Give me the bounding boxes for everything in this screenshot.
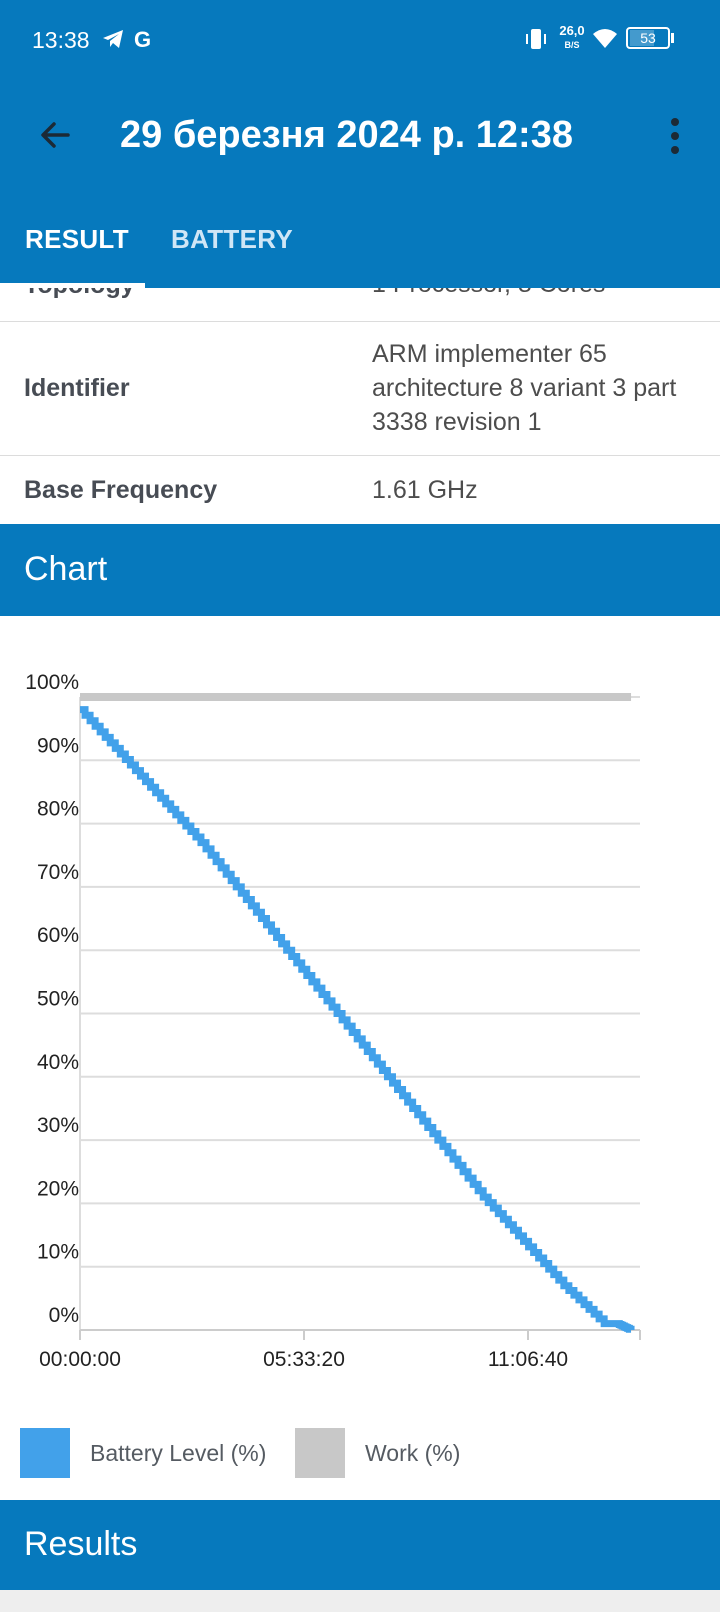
spec-row-base-frequency: Base Frequency 1.61 GHz (0, 456, 720, 523)
y-tick-label: 30% (37, 1114, 79, 1137)
legend-swatch-battery (20, 1428, 70, 1478)
battery-tip (671, 33, 674, 43)
y-tick-label: 50% (37, 988, 79, 1011)
legend-swatch-work (295, 1428, 345, 1478)
page-title: 29 березня 2024 р. 12:38 (120, 114, 573, 156)
back-button[interactable] (36, 115, 76, 155)
google-icon: G (134, 27, 152, 52)
y-tick-label: 40% (37, 1051, 79, 1074)
legend-label-work: Work (%) (365, 1440, 461, 1466)
legend-label-battery: Battery Level (%) (90, 1440, 267, 1466)
more-options-button[interactable] (660, 116, 690, 156)
arrow-back-icon (41, 122, 70, 148)
battery-icon: 53 (626, 27, 670, 49)
vibrate-icon (524, 27, 548, 56)
section-header-results: Results (0, 1500, 720, 1590)
spec-label: Identifier (24, 374, 130, 402)
tab-result[interactable]: RESULT (25, 224, 129, 255)
net-speed-value: 26,0 (559, 23, 585, 38)
series-line-battery-level (80, 706, 635, 1333)
spec-row-identifier: Identifier ARM implementer 65 architectu… (0, 322, 720, 456)
spec-row-topology: Topology 1 Processor, 8 Cores (0, 288, 720, 322)
x-tick-label: 11:06:40 (488, 1348, 568, 1371)
wifi-icon (592, 27, 618, 54)
x-tick-label: 05:33:20 (263, 1348, 345, 1371)
net-speed-unit: B/S (564, 40, 580, 50)
section-title: Results (24, 1525, 138, 1563)
battery-chart: 0% 10% 20% 30% 40% 50% 60% 70% 80% 90% 100% 00:00:0… (25, 671, 641, 1371)
battery-percent: 53 (640, 30, 656, 46)
y-tick-label: 100% (25, 671, 79, 694)
spec-value: 1.61 GHz (372, 476, 478, 504)
spec-label: Topology (24, 288, 135, 300)
y-tick-label: 20% (37, 1177, 79, 1200)
section-title: Chart (24, 550, 108, 588)
status-bar: 13:38 G 26,0 B/S 53 (0, 0, 720, 80)
x-tick-label: 00:00:00 (39, 1348, 121, 1371)
more-vert-icon (671, 118, 679, 154)
net-speed: 26,0 B/S (556, 24, 588, 52)
tab-battery[interactable]: BATTERY (171, 224, 293, 255)
y-tick-label: 80% (37, 798, 79, 821)
y-tick-label: 90% (37, 734, 79, 757)
y-tick-label: 0% (49, 1304, 79, 1327)
y-tick-label: 70% (37, 861, 79, 884)
bottom-strip (0, 1590, 720, 1612)
spec-value: 1 Processor, 8 Cores (372, 288, 702, 301)
section-header-chart: Chart (0, 524, 720, 616)
spec-label: Base Frequency (24, 476, 218, 504)
y-tick-label: 60% (37, 924, 79, 947)
app-bar: 13:38 G 26,0 B/S 53 29 березня 2024 р. 1… (0, 0, 720, 288)
spec-value: ARM implementer 65 architecture 8 varian… (372, 340, 677, 436)
telegram-icon (102, 29, 124, 54)
y-tick-label: 10% (37, 1241, 79, 1264)
status-time: 13:38 (32, 27, 90, 53)
